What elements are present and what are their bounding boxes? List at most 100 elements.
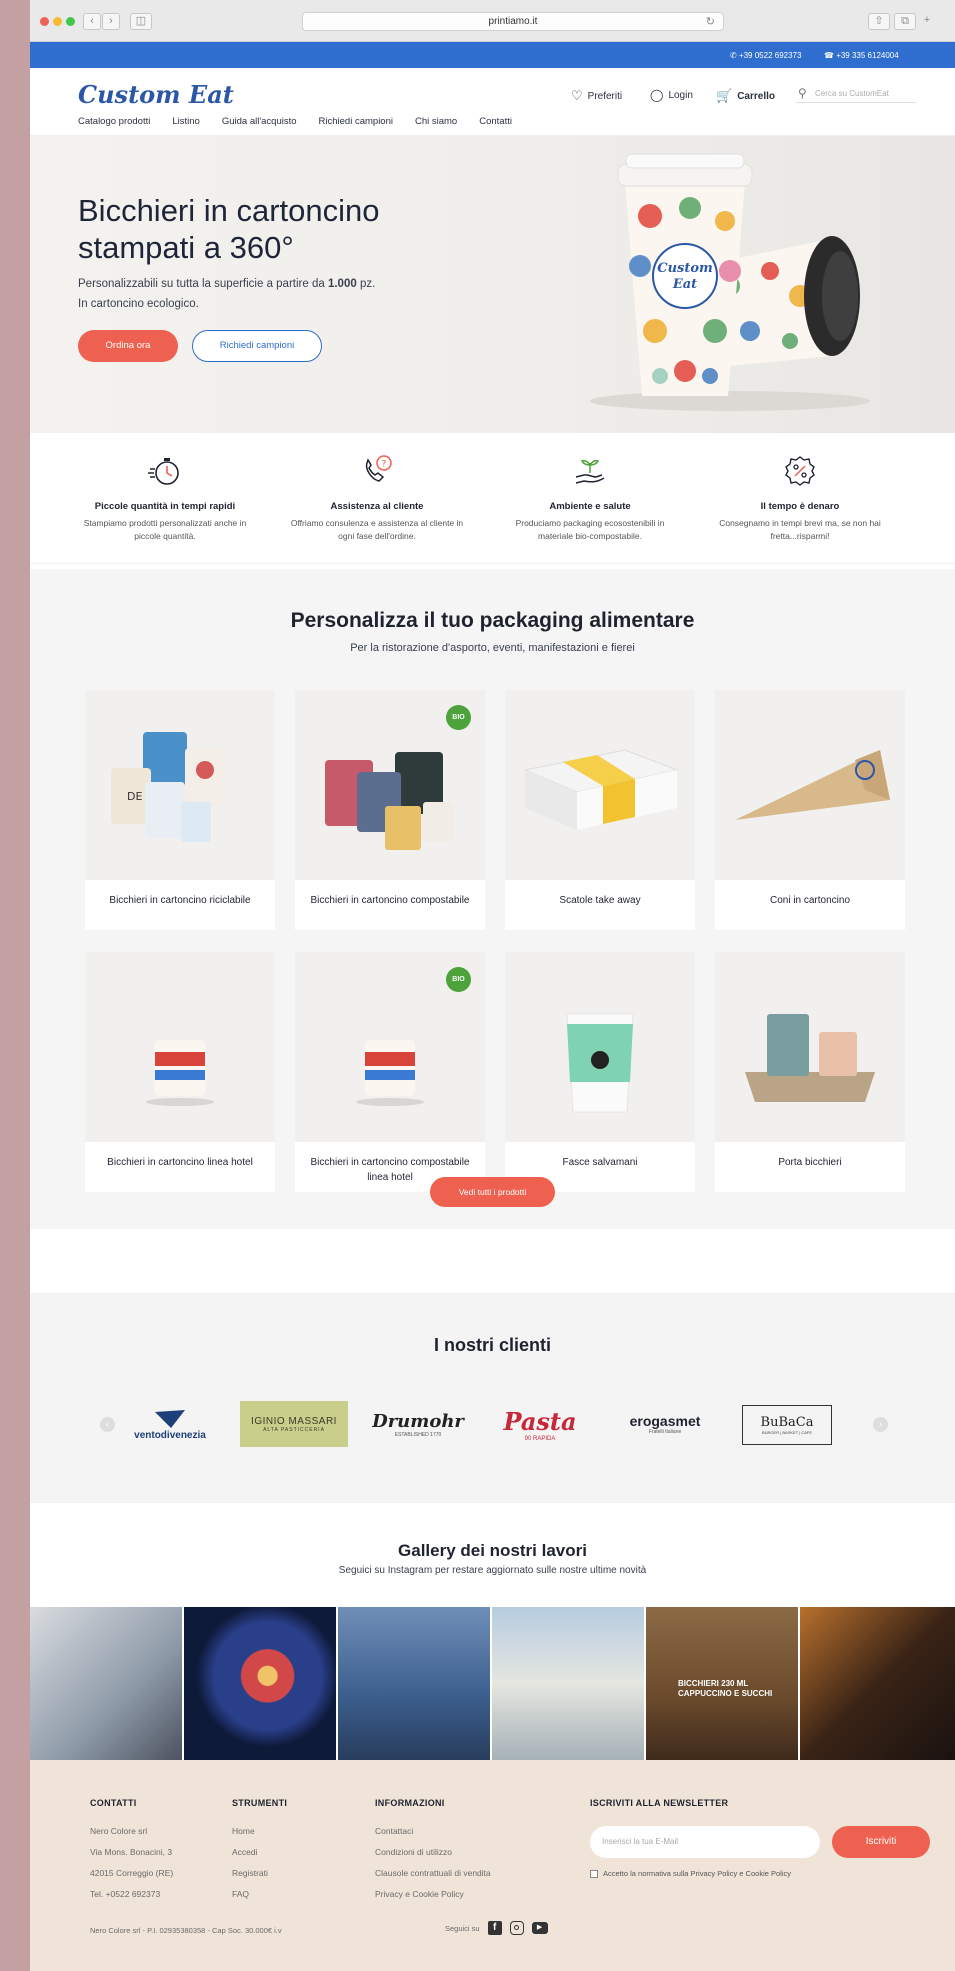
client-sub: 90 RAPIDA	[524, 1435, 556, 1442]
consent-checkbox[interactable]	[590, 1869, 598, 1878]
footer-link-registrati[interactable]: Registrati	[232, 1868, 287, 1878]
clients-title: I nostri clienti	[433, 1335, 552, 1355]
clients-section: I nostri clienti ‹ ventodivenezia IGINIO…	[30, 1293, 955, 1503]
product-image	[505, 690, 695, 880]
svg-text:Eat: Eat	[672, 277, 697, 292]
footer-link-accedi[interactable]: Accedi	[232, 1847, 287, 1857]
youtube-icon[interactable]: ▶	[531, 1922, 548, 1934]
feature-quick: Piccole quantità in tempi rapidi Stampia…	[75, 453, 255, 543]
back-button[interactable]: ‹	[83, 13, 101, 30]
carousel-next-button[interactable]: ›	[873, 1417, 888, 1432]
products-section: Personalizza il tuo packaging alimentare…	[30, 569, 955, 1229]
gallery-photo[interactable]: BICCHIERI 230 ML CAPPUCCINO E SUCCHI	[646, 1607, 798, 1760]
cart-link[interactable]: 🛒 Carrello	[716, 88, 775, 104]
hero-text-2: pz.	[359, 278, 376, 290]
site-header: Custom Eat ♡ Preferiti ◯ Login 🛒 Carrell…	[30, 68, 955, 136]
product-label: Bicchieri in cartoncino riciclabile	[109, 895, 251, 906]
product-card[interactable]: Porta bicchieri	[715, 952, 905, 1192]
contact-bar: ✆ +39 0522 692373 ☎ +39 335 6124004	[30, 42, 955, 68]
request-samples-button[interactable]: Richiedi campioni	[192, 330, 322, 362]
client-sub: ESTABLISHED 1770	[394, 1431, 442, 1438]
whatsapp-link[interactable]: ☎ +39 335 6124004	[824, 51, 899, 60]
newsletter-email-input[interactable]: Inserisci la tua E-Mail	[590, 1826, 820, 1858]
nav-chi-siamo[interactable]: Chi siamo	[415, 116, 457, 127]
client-name: BuBaCa	[760, 1415, 814, 1430]
minimize-window-button[interactable]	[53, 17, 62, 26]
hero-text-3: In cartoncino ecologico.	[78, 298, 199, 310]
nav-catalogo[interactable]: Catalogo prodotti	[78, 116, 150, 127]
view-all-products-button[interactable]: Vedi tutti i prodotti	[430, 1177, 555, 1207]
plant-hand-icon	[575, 459, 605, 484]
new-tab-button[interactable]: +	[920, 13, 934, 30]
feature-desc: Stampiamo prodotti personalizzati anche …	[83, 518, 247, 541]
nav-contatti[interactable]: Contatti	[479, 116, 512, 127]
login-label: Login	[668, 89, 693, 101]
nav-guida[interactable]: Guida all'acquisto	[222, 116, 297, 127]
client-name: erogasmet	[629, 1413, 701, 1429]
login-link[interactable]: ◯ Login	[650, 88, 693, 102]
newsletter-consent: Accetto la normativa sulla Privacy Polic…	[590, 1869, 930, 1878]
footer-link-condizioni[interactable]: Condizioni di utilizzo	[375, 1847, 491, 1857]
bio-badge: BIO	[446, 967, 471, 992]
search-input[interactable]: ⚲ Cerca su CustomEat	[796, 84, 916, 103]
carousel-prev-button[interactable]: ‹	[100, 1417, 115, 1432]
sidebar-toggle-button[interactable]: ◫	[130, 13, 152, 30]
product-card[interactable]: Fasce salvamani	[505, 952, 695, 1192]
product-card[interactable]: BIO Bicchieri in cartoncino compostabile	[295, 690, 485, 930]
client-logo-pasta: Pasta 90 RAPIDA	[495, 1397, 585, 1451]
client-sub: BURGER | BASKET | CAFE	[761, 1430, 812, 1435]
footer-link-privacy[interactable]: Privacy e Cookie Policy	[375, 1889, 491, 1899]
nav-listino[interactable]: Listino	[172, 116, 199, 127]
product-card[interactable]: Bicchieri in cartoncino linea hotel	[85, 952, 275, 1192]
footer-link-faq[interactable]: FAQ	[232, 1889, 287, 1899]
search-placeholder: Cerca su CustomEat	[815, 89, 889, 98]
products-subtitle: Per la ristorazione d'asporto, eventi, m…	[350, 642, 635, 654]
reload-icon[interactable]: ↻	[706, 14, 715, 31]
footer-link-contattaci[interactable]: Contattaci	[375, 1826, 491, 1836]
product-card[interactable]: Coni in cartoncino	[715, 690, 905, 930]
feature-desc: Offriamo consulenza e assistenza al clie…	[290, 518, 464, 541]
hero-text: Personalizzabili su tutta la superficie …	[78, 274, 498, 314]
close-window-button[interactable]	[40, 17, 49, 26]
footer-info: INFORMAZIONI Contattaci Condizioni di ut…	[375, 1798, 491, 1910]
product-card[interactable]: Scatole take away	[505, 690, 695, 930]
gallery-photo[interactable]	[492, 1607, 644, 1760]
footer-link-home[interactable]: Home	[232, 1826, 287, 1836]
gallery-photo[interactable]	[184, 1607, 336, 1760]
product-image: DE	[85, 690, 275, 880]
product-card[interactable]: BIO Bicchieri in cartoncino compostabile…	[295, 952, 485, 1192]
client-logo-vento: ventodivenezia	[120, 1397, 220, 1451]
svg-text:?: ?	[382, 460, 387, 470]
footer-text: Nero Colore srl	[90, 1826, 148, 1836]
logo[interactable]: Custom Eat	[78, 80, 234, 109]
cup-logo-text: Custom	[657, 261, 713, 276]
forward-button[interactable]: ›	[102, 13, 120, 30]
hero-cups-image: Custom Eat	[590, 153, 870, 411]
user-icon: ◯	[650, 88, 664, 102]
tabs-overview-button[interactable]: ⧉	[894, 13, 916, 30]
favorites-link[interactable]: ♡ Preferiti	[571, 88, 622, 104]
hero-min-qty: 1.000	[327, 278, 357, 290]
product-image	[715, 952, 905, 1142]
order-now-button[interactable]: Ordina ora	[78, 330, 178, 362]
facebook-icon[interactable]: f	[487, 1921, 502, 1935]
phone-link[interactable]: ✆ +39 0522 692373	[730, 51, 801, 60]
share-button[interactable]: ⇧	[868, 13, 890, 30]
product-image: BIO	[295, 952, 485, 1142]
feature-environment: Ambiente e salute Produciamo packaging e…	[500, 453, 680, 543]
feature-title: Assistenza al cliente	[330, 501, 424, 512]
product-card[interactable]: DE Bicchieri in cartoncino riciclabile	[85, 690, 275, 930]
footer-newsletter: ISCRIVITI ALLA NEWSLETTER Inserisci la t…	[590, 1798, 930, 1878]
maximize-window-button[interactable]	[66, 17, 75, 26]
phone-support-icon: ?	[365, 455, 392, 482]
subscribe-button[interactable]: Iscriviti	[832, 1826, 930, 1858]
favorites-label: Preferiti	[587, 90, 623, 102]
nav-campioni[interactable]: Richiedi campioni	[319, 116, 393, 127]
gallery-photo[interactable]	[800, 1607, 955, 1760]
follow-label: Seguici su	[445, 1923, 480, 1933]
gallery-photo[interactable]	[338, 1607, 490, 1760]
gallery-photo[interactable]	[30, 1607, 182, 1760]
instagram-icon[interactable]	[509, 1921, 524, 1935]
address-bar[interactable]: printiamo.it ↻	[302, 12, 724, 31]
footer-link-clausole[interactable]: Clausole contrattuali di vendita	[375, 1868, 491, 1878]
